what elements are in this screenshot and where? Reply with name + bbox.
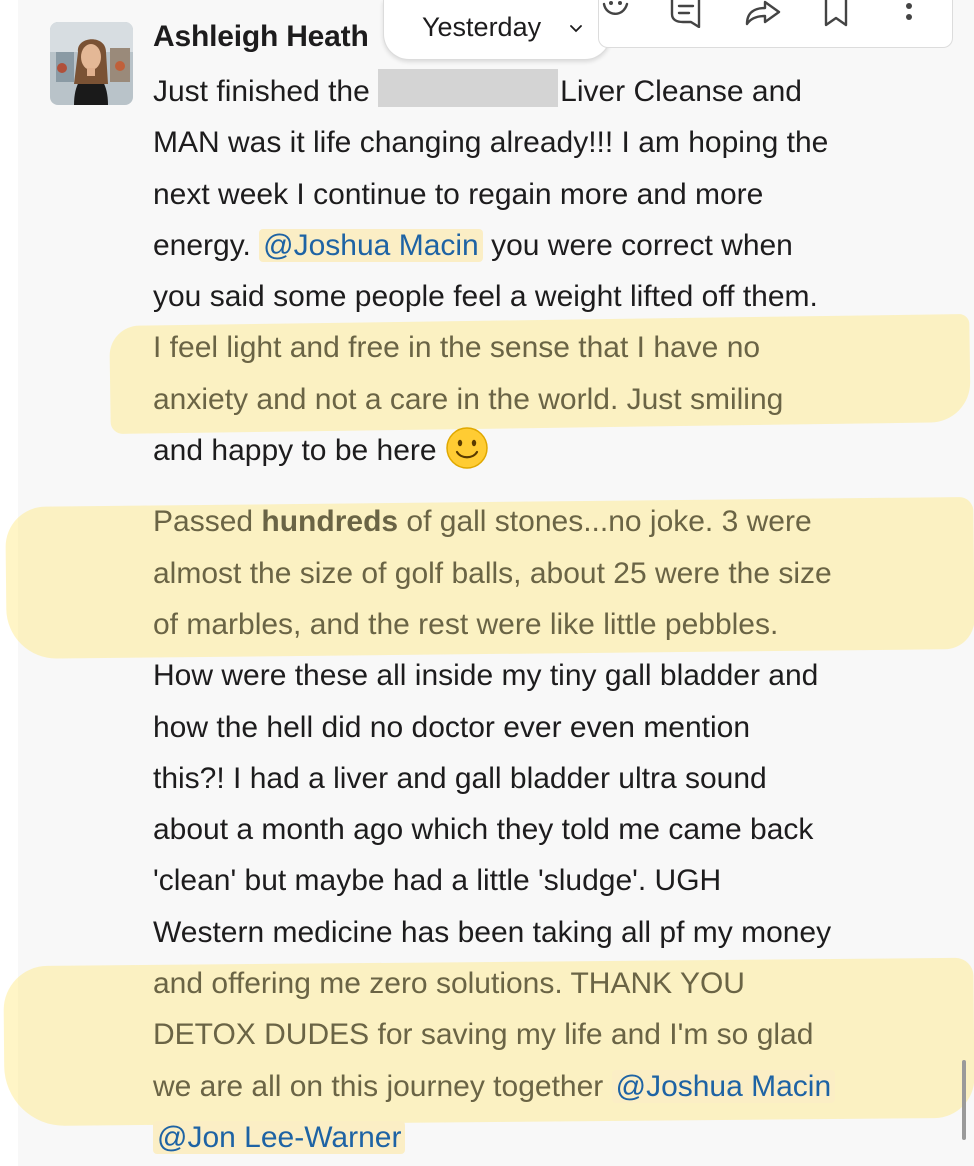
message-line: we are all on this journey together @Jos… — [153, 1061, 953, 1112]
forward-icon[interactable] — [743, 0, 783, 33]
avatar-photo — [50, 22, 133, 105]
more-actions-icon[interactable] — [901, 0, 917, 33]
chevron-down-icon — [570, 20, 582, 37]
slightly-smiling-face-emoji — [445, 426, 489, 470]
reply-in-thread-icon[interactable] — [669, 0, 705, 33]
message-line: about a month ago which they told me cam… — [153, 813, 814, 847]
message-line: Western medicine has been taking all pf … — [153, 915, 832, 949]
message-line: you said some people feel a weight lifte… — [153, 280, 818, 314]
message-line: Passed hundreds of gall stones...no joke… — [153, 505, 812, 539]
mention-joshua-macin[interactable]: @Joshua Macin — [259, 228, 483, 262]
message-line: How were these all inside my tiny gall b… — [153, 659, 819, 693]
message-line: anxiety and not a care in the world. Jus… — [153, 382, 784, 416]
mention-jon-lee-warner[interactable]: @Jon Lee-Warner — [153, 1120, 406, 1154]
add-reaction-icon[interactable] — [601, 0, 631, 33]
redacted-text — [378, 69, 559, 107]
message-line: @Jon Lee-Warner — [153, 1112, 953, 1163]
mention-joshua-macin[interactable]: @Joshua Macin — [611, 1069, 836, 1103]
message-actions-toolbar — [598, 0, 953, 48]
message-line: 'clean' but maybe had a little 'sludge'.… — [153, 864, 722, 898]
message-line: MAN was it life changing already!!! I am… — [153, 126, 829, 160]
sender-name[interactable]: Ashleigh Heath — [153, 20, 369, 54]
message-line: how the hell did no doctor ever even men… — [153, 710, 751, 744]
message-line: this?! I had a liver and gall bladder ul… — [153, 761, 767, 795]
message-line: Just finished the Liver Cleanse and — [153, 66, 953, 117]
scrollbar[interactable] — [962, 1060, 966, 1140]
message-line: and happy to be here — [153, 425, 953, 476]
message-body: Just finished the Liver Cleanse and MAN … — [153, 66, 953, 1163]
bookmark-icon[interactable] — [823, 0, 849, 33]
message-line: almost the size of golf balls, about 25 … — [153, 556, 832, 590]
message-line: of marbles, and the rest were like littl… — [153, 607, 779, 641]
message-line: DETOX DUDES for saving my life and I'm s… — [153, 1018, 814, 1052]
avatar[interactable] — [50, 22, 133, 105]
message-line: I feel light and free in the sense that … — [153, 331, 761, 365]
date-label: Yesterday — [422, 12, 542, 42]
message-line: energy. @Joshua Macin you were correct w… — [153, 228, 793, 262]
message-line: and offering me zero solutions. THANK YO… — [153, 967, 745, 1001]
message-line: next week I continue to regain more and … — [153, 177, 764, 211]
date-divider-button[interactable]: Yesterday — [383, 0, 611, 60]
